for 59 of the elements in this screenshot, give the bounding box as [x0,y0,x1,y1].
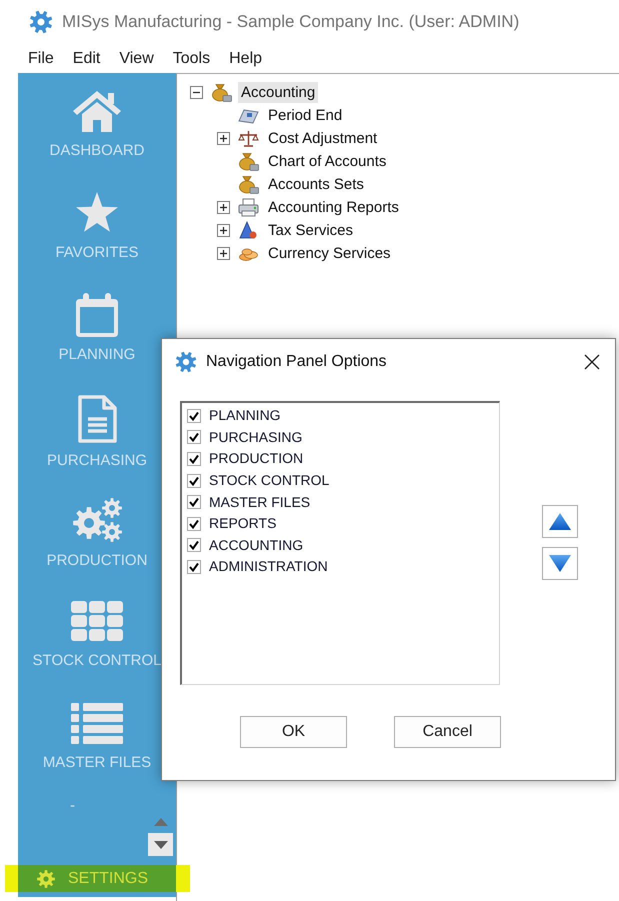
checkbox[interactable] [187,430,201,444]
tree-item[interactable]: Accounting Reports [265,197,402,218]
tree-item[interactable]: Accounting [238,82,318,103]
down-triangle-icon [154,840,168,848]
menu-item[interactable]: Edit [72,48,100,68]
tree-item[interactable]: Accounts Sets [265,174,367,195]
tree-item[interactable]: Currency Services [265,243,394,264]
option-label: STOCK CONTROL [209,472,330,490]
option-label: ADMINISTRATION [209,558,328,576]
option-label: REPORTS [209,515,276,532]
checkbox[interactable] [187,495,201,510]
checkbox[interactable] [187,560,201,574]
option-label: ACCOUNTING [209,536,304,554]
printer-icon [238,198,259,217]
expand-toggle[interactable] [217,247,230,260]
gear-icon [29,10,53,34]
gears-icon [70,497,124,543]
grid-icon [70,599,124,643]
menu-item[interactable]: File [28,48,54,68]
close-button[interactable] [582,352,602,372]
option-label: PLANNING [209,407,281,424]
tree-item[interactable]: Chart of Accounts [265,151,390,172]
option-label: MASTER FILES [209,494,310,511]
dash-text: - [70,797,75,815]
expand-toggle[interactable] [217,201,230,214]
tree-item[interactable]: Period End [265,105,346,126]
collapse-toggle[interactable] [190,86,203,99]
up-triangle-icon [549,513,571,530]
menu-item[interactable]: View [119,48,154,68]
money-bag-icon [211,83,232,102]
checkbox[interactable] [187,408,201,423]
gear-icon [175,350,197,372]
menu-item[interactable]: Help [229,48,262,68]
tree-item[interactable]: Cost Adjustment [265,128,380,149]
checkbox[interactable] [187,452,201,466]
tree-item[interactable]: Tax Services [265,220,356,241]
move-up-button[interactable] [542,505,578,538]
menu-item[interactable]: Tools [172,48,210,68]
triangle-icon [238,221,259,240]
list-icon [70,701,124,745]
up-triangle-icon [154,818,168,826]
scroll-down-button[interactable] [148,833,173,856]
option-label: PURCHASING [209,428,302,446]
window-title: MISys Manufacturing - Sample Company Inc. (User: ADMIN) [62,11,520,34]
dialog-title: Navigation Panel Options [206,352,387,372]
checkbox[interactable] [187,538,201,552]
checkbox[interactable] [187,474,201,488]
cancel-button[interactable]: Cancel [394,716,501,748]
ok-button[interactable]: OK [240,716,347,748]
move-down-button[interactable] [542,547,578,580]
expand-toggle[interactable] [217,224,230,237]
money-bag-icon [238,175,259,194]
money-bag-icon [238,152,259,171]
gear-icon [37,870,55,888]
scales-icon [238,129,259,148]
down-triangle-icon [549,555,571,572]
checkbox[interactable] [187,516,201,531]
expand-toggle[interactable] [217,132,230,145]
option-label: PRODUCTION [209,450,304,468]
